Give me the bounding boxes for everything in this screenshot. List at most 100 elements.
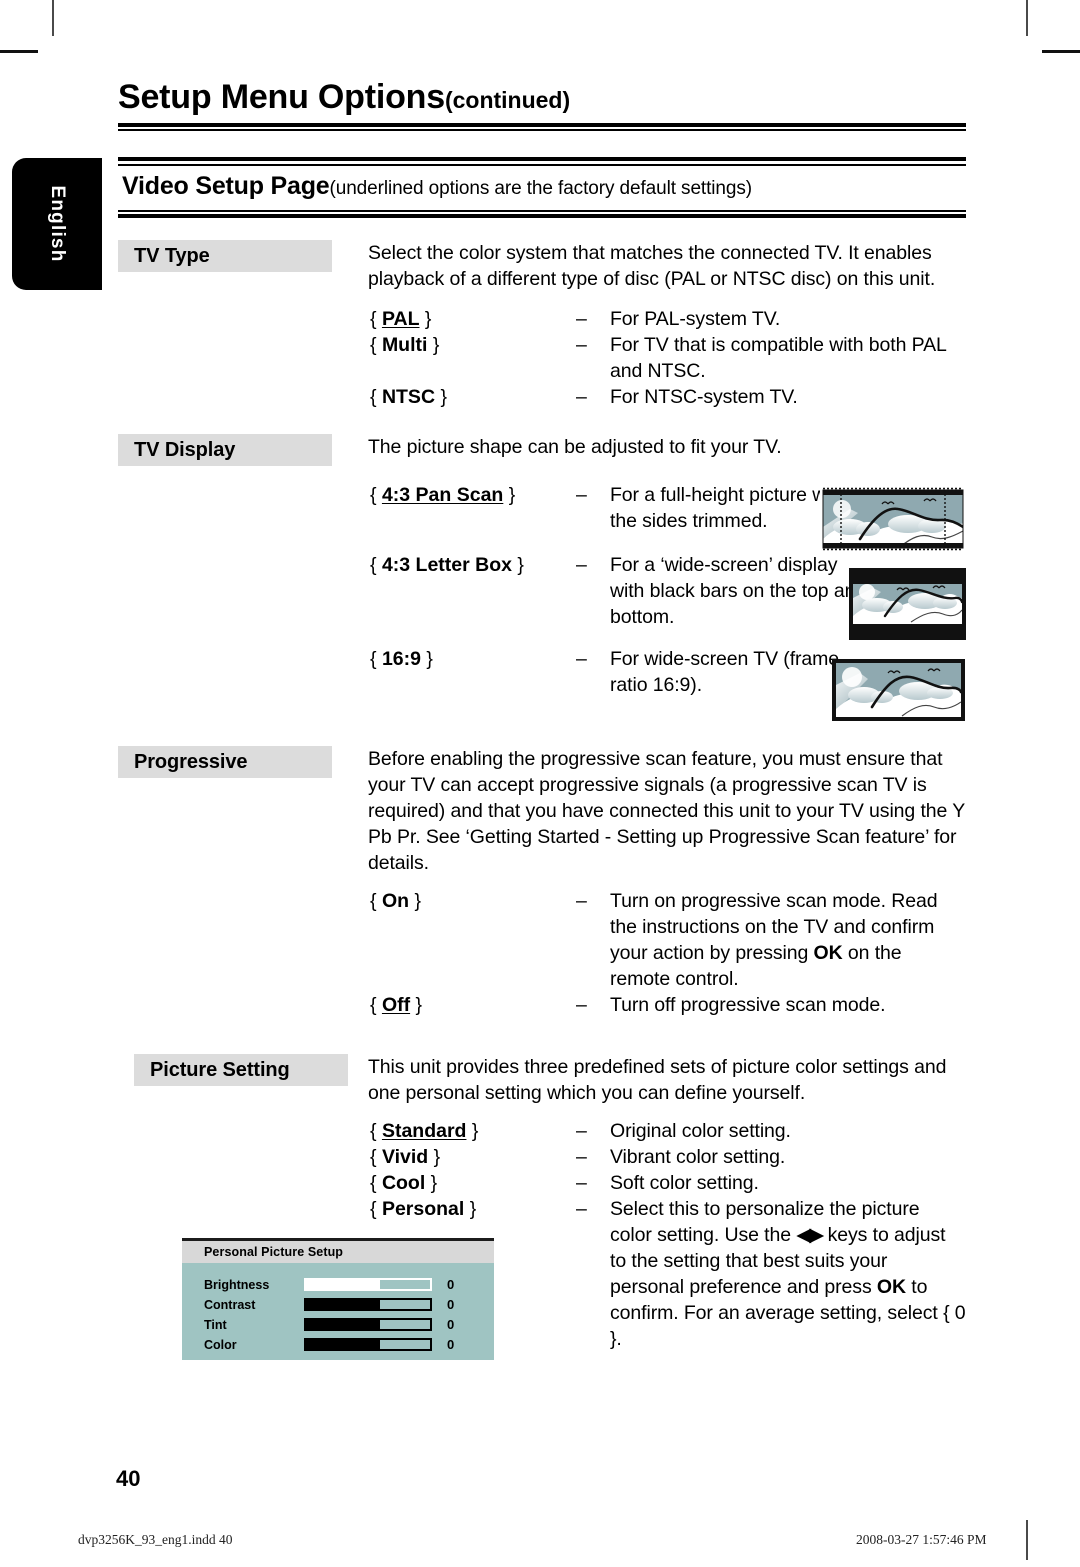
option-value-text: Original color setting. — [610, 1120, 791, 1142]
osd-row-tint[interactable]: Tint 0 — [204, 1315, 494, 1334]
option-value-name: { PAL } — [370, 308, 432, 330]
tv-illustration-letter-box — [848, 567, 967, 641]
osd-label-brightness: Brightness — [204, 1277, 270, 1292]
letter-box-svg — [848, 567, 967, 641]
osd-slider-tint[interactable] — [304, 1318, 432, 1331]
option-dash: – — [576, 386, 587, 408]
arrow-keys-icon: ◀▶ — [796, 1224, 824, 1246]
option-row: { Cool } – Soft color setting. — [370, 1170, 966, 1196]
title-rule-thin — [118, 129, 966, 131]
section-note: (underlined options are the factory defa… — [329, 178, 753, 199]
option-value-name: { Standard } — [370, 1120, 479, 1142]
option-block-tv-type: TV Type Select the color system that mat… — [118, 240, 966, 410]
osd-slider-brightness[interactable] — [304, 1278, 432, 1291]
pan-scan-svg — [820, 487, 966, 551]
page-title-main: Setup Menu Options — [118, 78, 445, 116]
option-key-ok: OK — [813, 942, 843, 964]
osd-body: Brightness 0 Contrast 0 Tint 0 Color 0 — [182, 1263, 494, 1354]
osd-slider-fill — [306, 1320, 381, 1329]
option-dash: – — [576, 554, 587, 576]
osd-slider-fill — [306, 1300, 381, 1309]
option-row: { PAL } – For PAL-system TV. — [370, 306, 966, 332]
osd-row-brightness[interactable]: Brightness 0 — [204, 1275, 494, 1294]
option-dash: – — [576, 334, 587, 356]
option-values-tv-type: { PAL } – For PAL-system TV. { Multi } –… — [370, 306, 966, 410]
option-value-name: { Personal } — [370, 1198, 477, 1220]
option-value-text: For PAL-system TV. — [610, 308, 781, 330]
osd-value-color: 0 — [447, 1337, 455, 1352]
option-dash: – — [576, 1172, 587, 1194]
osd-label-contrast: Contrast — [204, 1297, 256, 1312]
option-value-name: { Vivid } — [370, 1146, 441, 1168]
sixteen-nine-svg — [831, 658, 966, 722]
option-dash: – — [576, 648, 587, 670]
option-dash: – — [576, 1198, 587, 1220]
osd-slider-fill — [306, 1280, 381, 1289]
tv-illustration-sixteen-nine — [831, 658, 966, 722]
osd-title-bar: Personal Picture Setup — [182, 1241, 494, 1263]
tv-illustration-pan-scan — [820, 487, 966, 551]
osd-row-contrast[interactable]: Contrast 0 — [204, 1295, 494, 1314]
option-value-name: { 4:3 Pan Scan } — [370, 484, 516, 506]
option-value-name: { Multi } — [370, 334, 440, 356]
option-value-text: For NTSC-system TV. — [610, 386, 798, 408]
option-row: { NTSC } – For NTSC-system TV. — [370, 384, 966, 410]
osd-slider-color[interactable] — [304, 1338, 432, 1351]
option-value-name: { Off } — [370, 994, 423, 1016]
option-row: { Multi } – For TV that is compatible wi… — [370, 332, 966, 384]
footer-filename: dvp3256K_93_eng1.indd 40 — [78, 1532, 233, 1547]
option-row: { Standard } – Original color setting. — [370, 1118, 966, 1144]
page-number: 40 — [116, 1466, 141, 1491]
option-dash: – — [576, 1146, 587, 1168]
option-block-progressive: Progressive Before enabling the progress… — [118, 746, 966, 1018]
option-description-progressive: Before enabling the progressive scan fea… — [368, 748, 965, 874]
option-value-name: { NTSC } — [370, 386, 447, 408]
option-label-picture-setting: Picture Setting — [134, 1054, 348, 1086]
option-value-text: For a ‘wide-screen’ display with black b… — [610, 554, 867, 628]
osd-row-color[interactable]: Color 0 — [204, 1335, 494, 1354]
language-tab: English — [12, 158, 102, 290]
crop-mark-top-right-horizontal — [1042, 50, 1080, 53]
crop-mark-top-right-vertical — [1026, 0, 1028, 36]
option-value-name: { Cool } — [370, 1172, 438, 1194]
option-label-progressive: Progressive — [118, 746, 332, 778]
osd-value-tint: 0 — [447, 1317, 455, 1332]
crop-mark-bottom-right-vertical — [1026, 1520, 1028, 1560]
option-values-progressive: { On } – Turn on progressive scan mode. … — [370, 888, 966, 1018]
osd-label-color: Color — [204, 1337, 237, 1352]
option-row: { On } – Turn on progressive scan mode. … — [370, 888, 966, 992]
option-description-tv-display: The picture shape can be adjusted to fit… — [368, 436, 782, 458]
option-value-text: For TV that is compatible with both PAL … — [610, 334, 947, 382]
crop-mark-top-left-horizontal — [0, 50, 38, 53]
option-value-text: Turn on progressive scan mode. Read the … — [610, 888, 966, 992]
option-value-text: Turn off progressive scan mode. — [610, 994, 886, 1016]
option-dash: – — [576, 484, 587, 506]
option-value-text: Vibrant color setting. — [610, 1146, 786, 1168]
option-label-tv-display: TV Display — [118, 434, 332, 466]
osd-slider-fill — [306, 1340, 381, 1349]
option-label-tv-type: TV Type — [118, 240, 332, 272]
osd-value-brightness: 0 — [447, 1277, 455, 1292]
option-row: { Vivid } – Vibrant color setting. — [370, 1144, 966, 1170]
option-dash: – — [576, 994, 587, 1016]
language-tab-label: English — [47, 185, 68, 263]
footer-timestamp: 2008-03-27 1:57:46 PM — [856, 1532, 987, 1547]
option-value-name: { On } — [370, 890, 421, 912]
personal-picture-setup-panel: Personal Picture Setup Brightness 0 Cont… — [182, 1238, 494, 1360]
osd-slider-contrast[interactable] — [304, 1298, 432, 1311]
section-band: Video Setup Page(underlined options are … — [118, 157, 966, 218]
page-title: Setup Menu Options(continued) — [118, 80, 966, 114]
option-description-picture-setting: This unit provides three predefined sets… — [368, 1056, 947, 1104]
option-value-name: { 16:9 } — [370, 648, 433, 670]
option-dash: – — [576, 890, 587, 912]
section-title: Video Setup Page — [122, 172, 330, 200]
option-value-text: For wide-screen TV (frame ratio 16:9). — [610, 648, 840, 696]
option-row: { Off } – Turn off progressive scan mode… — [370, 992, 966, 1018]
option-key-ok: OK — [876, 1276, 906, 1298]
option-description-tv-type: Select the color system that matches the… — [368, 242, 936, 290]
title-rule-group — [118, 123, 966, 131]
section-heading: Video Setup Page(underlined options are … — [118, 166, 966, 210]
crop-mark-top-left-vertical — [52, 0, 54, 36]
option-value-text: Select this to personalize the picture c… — [610, 1196, 966, 1352]
osd-label-tint: Tint — [204, 1317, 227, 1332]
